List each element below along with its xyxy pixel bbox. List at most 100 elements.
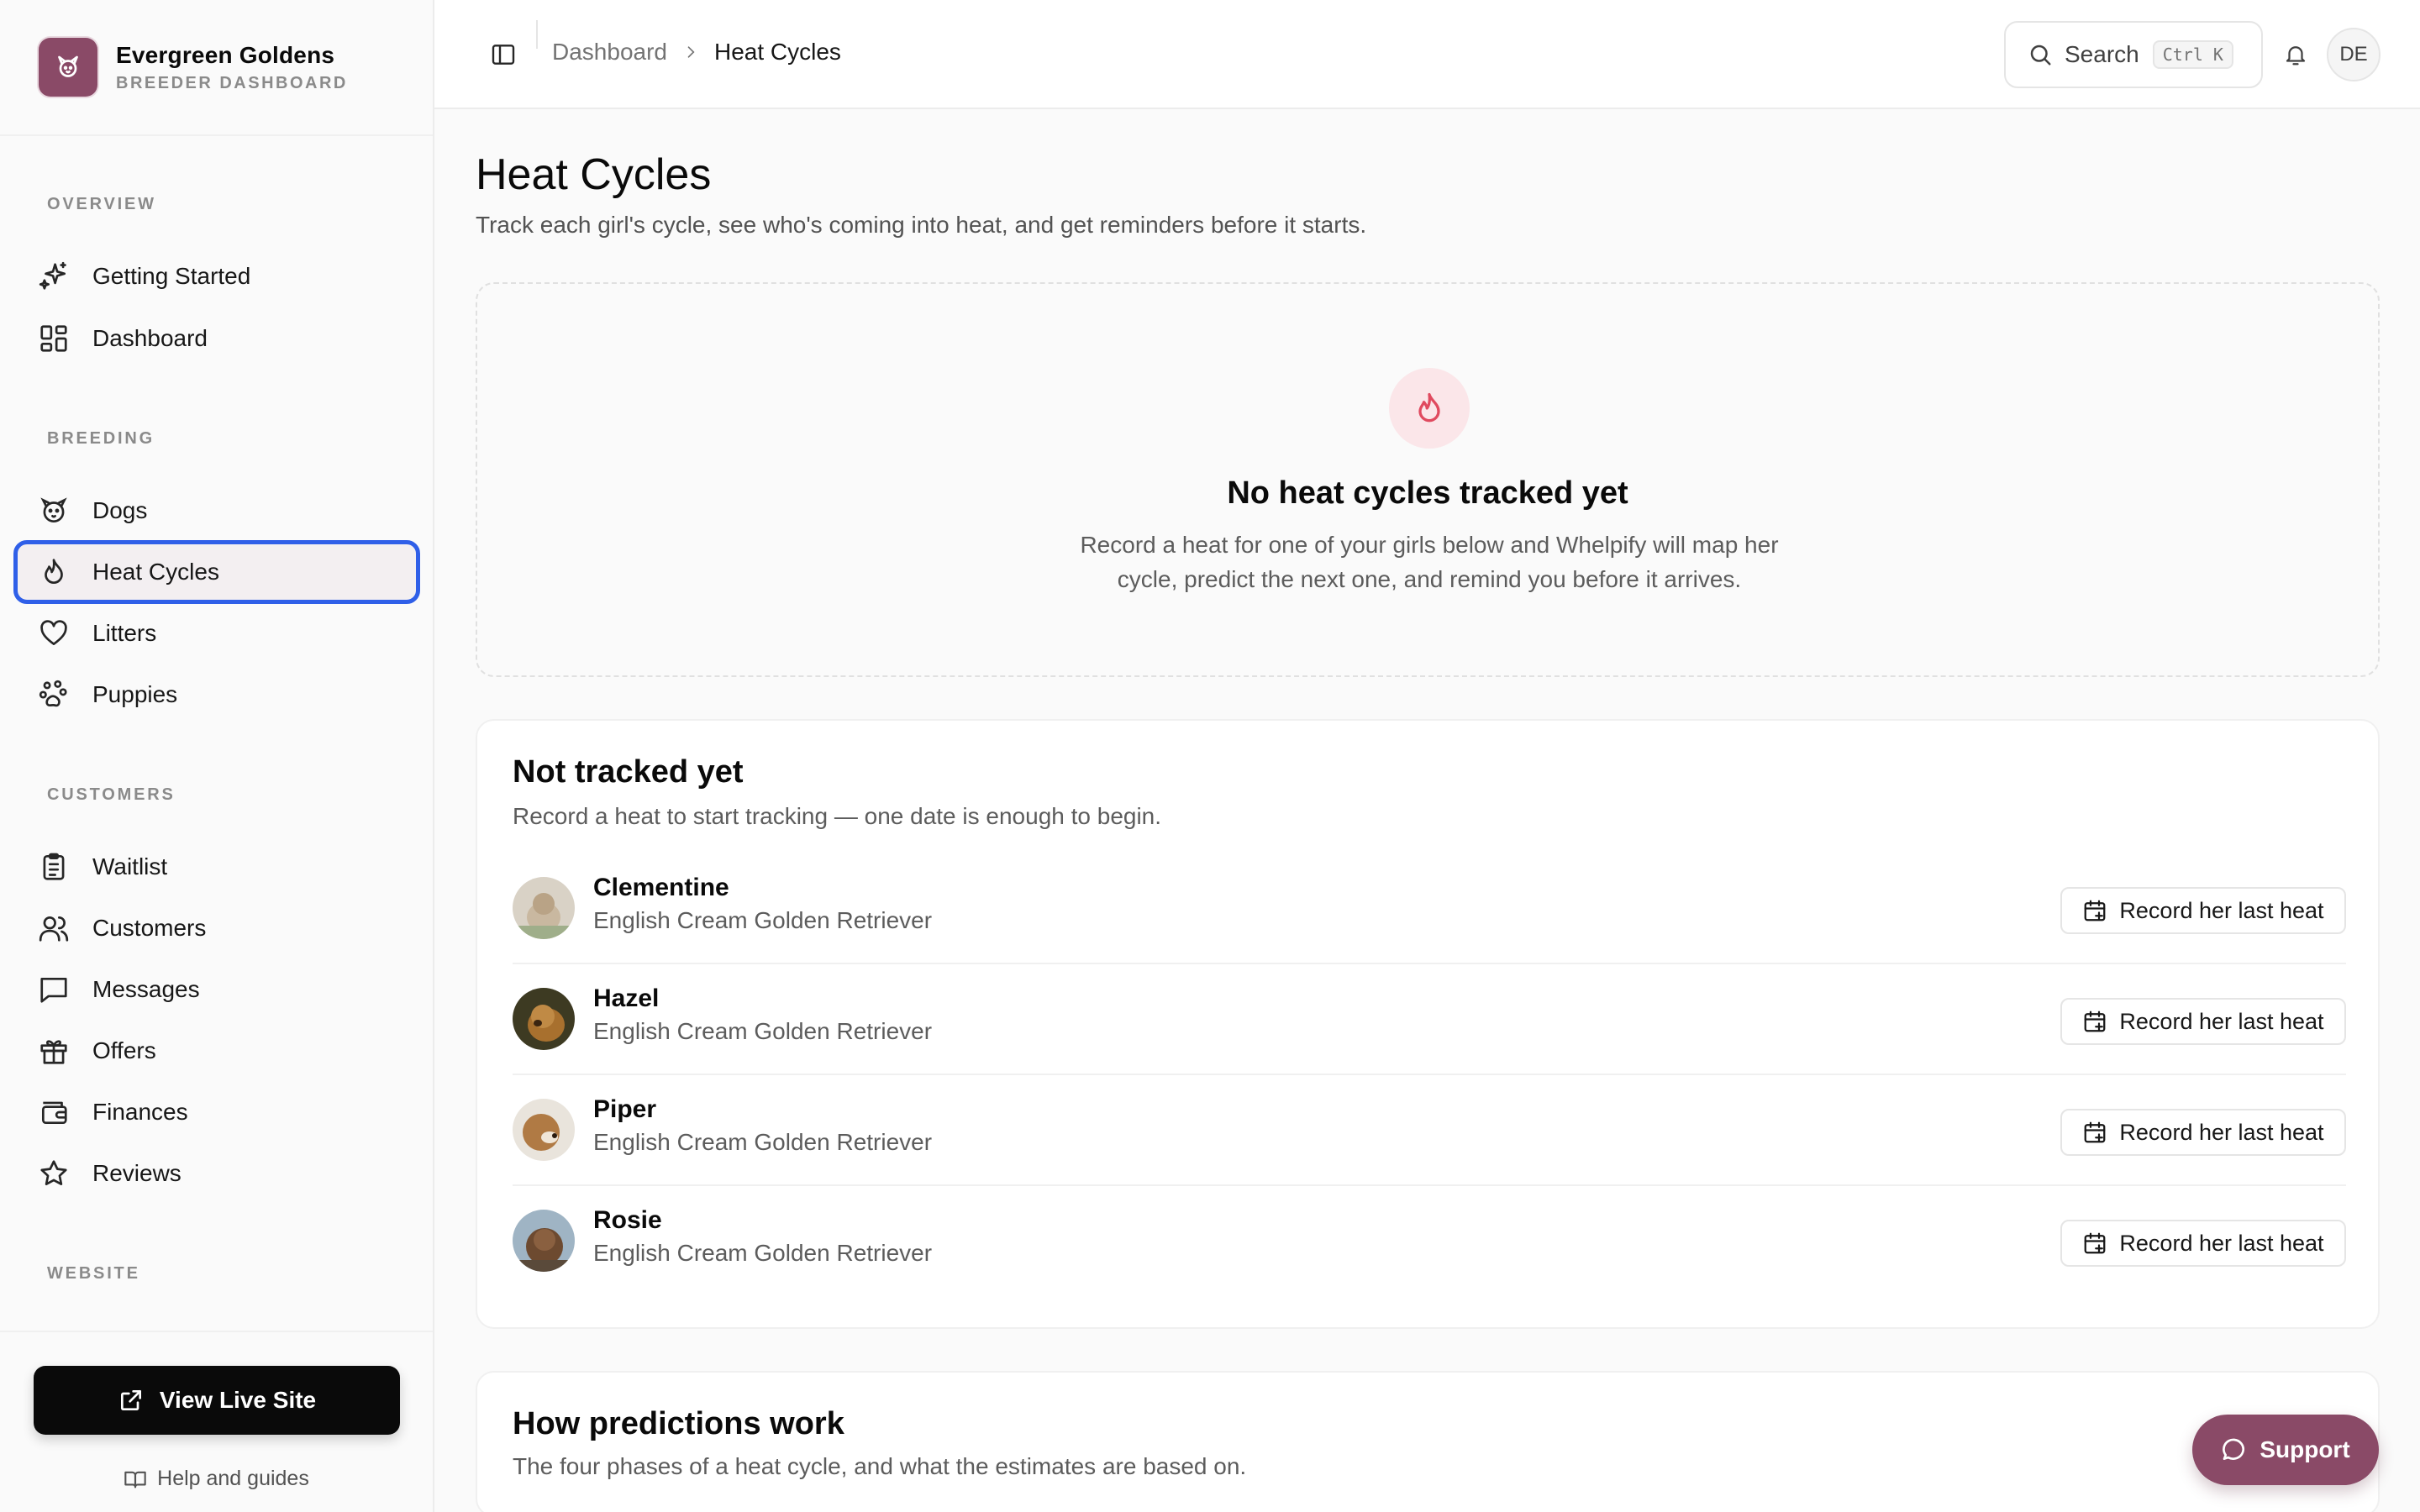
top-header: Dashboard Heat Cycles Search Ctrl K DE <box>434 0 2420 109</box>
sidebar-item-label: Litters <box>92 620 157 646</box>
help-and-guides-label: Help and guides <box>157 1467 309 1490</box>
sidebar-toggle-button[interactable] <box>487 38 520 71</box>
record-last-heat-button[interactable]: Record her last heat <box>2060 998 2346 1045</box>
search-label: Search <box>2065 41 2139 67</box>
predictions-title: How predictions work <box>513 1406 844 1441</box>
predictions-subtitle: The four phases of a heat cycle, and wha… <box>513 1453 1247 1479</box>
dog-breed: English Cream Golden Retriever <box>593 1129 933 1155</box>
bell-icon <box>2286 46 2306 66</box>
help-and-guides-link[interactable]: Help and guides <box>0 1467 433 1491</box>
section-label-overview: OVERVIEW <box>47 195 156 213</box>
dog-name: Piper <box>593 1095 657 1123</box>
sidebar-item-finances[interactable]: Finances <box>13 1080 420 1144</box>
view-live-site-button[interactable]: View Live Site <box>34 1366 400 1435</box>
sidebar-item-dogs[interactable]: Dogs <box>13 479 420 543</box>
list-item: Rosie English Cream Golden Retriever Rec… <box>513 1186 2346 1297</box>
section-label-website: WEBSITE <box>47 1264 140 1283</box>
paw-icon <box>37 678 71 711</box>
empty-state-title: No heat cycles tracked yet <box>1227 475 1628 511</box>
record-last-heat-label: Record her last heat <box>2119 1008 2324 1034</box>
dog-avatar <box>513 877 575 939</box>
star-icon <box>37 1157 71 1190</box>
user-avatar[interactable]: DE <box>2327 28 2381 81</box>
dog-name: Hazel <box>593 984 660 1012</box>
breadcrumb-dashboard-link[interactable]: Dashboard <box>552 39 667 66</box>
sidebar-item-litters[interactable]: Litters <box>13 601 420 665</box>
record-last-heat-label: Record her last heat <box>2119 1230 2324 1256</box>
sidebar-item-label: Reviews <box>92 1160 182 1186</box>
brand-logo-icon <box>39 38 97 97</box>
sidebar-item-dashboard[interactable]: Dashboard <box>13 307 420 370</box>
gift-icon <box>37 1034 71 1068</box>
search-shortcut: Ctrl K <box>2152 40 2233 69</box>
flame-icon <box>37 555 71 589</box>
predictions-card: How predictions work The four phases of … <box>476 1371 2380 1512</box>
dog-breed: English Cream Golden Retriever <box>593 907 933 933</box>
heart-icon <box>37 617 71 650</box>
panel-left-icon <box>492 45 515 65</box>
search-icon <box>2030 45 2051 66</box>
book-icon <box>124 1471 146 1488</box>
sidebar-item-customers[interactable]: Customers <box>13 896 420 960</box>
sidebar-item-label: Heat Cycles <box>92 559 219 585</box>
clipboard-icon <box>37 850 71 884</box>
record-last-heat-label: Record her last heat <box>2119 1119 2324 1145</box>
record-last-heat-button[interactable]: Record her last heat <box>2060 887 2346 934</box>
sidebar-item-label: Dashboard <box>92 325 208 351</box>
brand-subtitle: BREEDER DASHBOARD <box>116 73 348 92</box>
sidebar-item-label: Puppies <box>92 681 178 707</box>
sidebar-item-heat-cycles[interactable]: Heat Cycles <box>13 540 420 604</box>
dog-avatar <box>513 1099 575 1161</box>
support-button[interactable]: Support <box>2192 1415 2379 1485</box>
external-link-icon <box>120 1390 141 1410</box>
page-subtitle: Track each girl's cycle, see who's comin… <box>476 212 1367 238</box>
section-label-breeding: BREEDING <box>47 429 155 448</box>
notifications-button[interactable] <box>2279 38 2312 71</box>
breadcrumb-current: Heat Cycles <box>713 39 841 65</box>
calendar-plus-icon <box>2085 1232 2106 1254</box>
dog-name: Clementine <box>593 874 729 901</box>
sidebar-item-puppies[interactable]: Puppies <box>13 663 420 727</box>
not-tracked-subtitle: Record a heat to start tracking — one da… <box>513 803 1162 829</box>
calendar-plus-icon <box>2085 1011 2106 1032</box>
brand[interactable]: Evergreen Goldens BREEDER DASHBOARD <box>0 0 433 136</box>
dog-name: Rosie <box>593 1206 662 1234</box>
sidebar-item-messages[interactable]: Messages <box>13 958 420 1021</box>
sidebar-item-offers[interactable]: Offers <box>13 1019 420 1083</box>
dog-avatar <box>513 988 575 1050</box>
chat-bubble-icon <box>2223 1438 2245 1460</box>
list-item: Piper English Cream Golden Retriever Rec… <box>513 1075 2346 1186</box>
list-item: Hazel English Cream Golden Retriever Rec… <box>513 964 2346 1075</box>
dog-breed: English Cream Golden Retriever <box>593 1018 933 1044</box>
sidebar: Evergreen Goldens BREEDER DASHBOARD OVER… <box>0 0 434 1512</box>
section-label-customers: CUSTOMERS <box>47 785 176 804</box>
sidebar-item-label: Messages <box>92 976 200 1002</box>
dog-breed: English Cream Golden Retriever <box>593 1240 933 1266</box>
header-divider <box>536 20 538 49</box>
sidebar-item-label: Finances <box>92 1099 188 1125</box>
record-last-heat-button[interactable]: Record her last heat <box>2060 1109 2346 1156</box>
flame-icon <box>1389 368 1470 449</box>
search-button[interactable]: Search Ctrl K <box>2004 21 2263 88</box>
sidebar-item-waitlist[interactable]: Waitlist <box>13 835 420 899</box>
calendar-plus-icon <box>2085 1121 2106 1143</box>
not-tracked-card: Not tracked yet Record a heat to start t… <box>476 719 2380 1329</box>
view-live-site-label: View Live Site <box>159 1387 317 1413</box>
empty-state-card: No heat cycles tracked yet Record a heat… <box>476 282 2380 677</box>
dog-avatar <box>513 1210 575 1272</box>
wallet-icon <box>37 1095 71 1129</box>
sidebar-item-label: Customers <box>92 915 207 941</box>
support-label: Support <box>2260 1436 2350 1462</box>
sidebar-item-label: Dogs <box>92 497 148 523</box>
grid-icon <box>37 322 71 355</box>
sidebar-item-getting-started[interactable]: Getting Started <box>13 244 420 308</box>
sidebar-item-reviews[interactable]: Reviews <box>13 1142 420 1205</box>
record-last-heat-label: Record her last heat <box>2119 897 2324 923</box>
sidebar-item-label: Getting Started <box>92 263 251 289</box>
sidebar-item-label: Waitlist <box>92 853 168 879</box>
chevron-right-icon <box>682 44 699 60</box>
list-item: Clementine English Cream Golden Retrieve… <box>513 853 2346 964</box>
calendar-plus-icon <box>2085 900 2106 921</box>
record-last-heat-button[interactable]: Record her last heat <box>2060 1220 2346 1267</box>
sparkles-icon <box>37 260 71 293</box>
